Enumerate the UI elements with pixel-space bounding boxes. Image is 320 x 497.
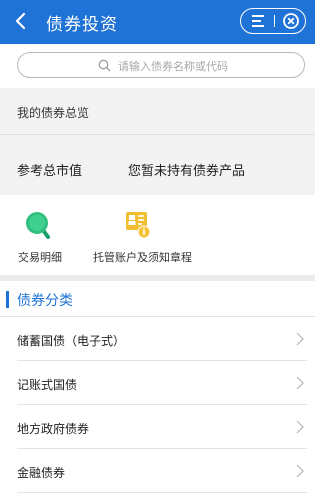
back-button[interactable] xyxy=(8,8,34,34)
function-item-trade-details[interactable]: 交易明细 xyxy=(0,195,80,275)
list-item-book-entry-bond[interactable]: 记账式国债 xyxy=(0,361,315,405)
category-accent-bar xyxy=(6,291,9,308)
market-value-text: 您暂未持有债券产品 xyxy=(128,164,246,179)
menu-icon xyxy=(252,15,264,27)
chevron-left-icon xyxy=(15,12,26,30)
market-value-label: 参考总市值 xyxy=(17,164,83,179)
function-grid: 交易明细 托管账户及须知章程 xyxy=(0,195,315,275)
chevron-right-icon xyxy=(296,464,304,478)
search-input[interactable]: 请输入债券名称或代码 xyxy=(17,52,305,78)
bond-overview: 我的债券总览 参考总市值 您暂未持有债券产品 xyxy=(0,88,315,195)
list-item-savings-bond[interactable]: 储蓄国债（电子式） xyxy=(0,317,315,361)
chevron-right-icon xyxy=(296,376,304,390)
list-item-financial-bond[interactable]: 金融债券 xyxy=(0,449,315,497)
overview-title: 我的债券总览 xyxy=(17,106,90,120)
search-placeholder: 请输入债券名称或代码 xyxy=(118,60,228,73)
search-section: 请输入债券名称或代码 xyxy=(0,44,315,88)
close-icon xyxy=(283,13,299,29)
page-title: 债券投资 xyxy=(46,15,118,35)
close-button[interactable] xyxy=(282,12,300,30)
top-bar: 债券投资 xyxy=(0,0,315,44)
list-item-label: 地方政府债券 xyxy=(17,422,90,436)
account-document-icon xyxy=(126,212,151,239)
function-label: 托管账户及须知章程 xyxy=(93,251,192,264)
magnifier-icon xyxy=(98,59,111,72)
category-header: 债券分类 xyxy=(0,281,315,317)
list-item-label: 金融债券 xyxy=(17,466,66,480)
menu-button[interactable] xyxy=(247,13,269,29)
overview-divider xyxy=(0,134,315,135)
function-item-custody-account[interactable]: 托管账户及须知章程 xyxy=(88,195,208,275)
chevron-right-icon xyxy=(296,420,304,434)
list-item-label: 储蓄国债（电子式） xyxy=(17,334,126,348)
mini-program-capsule xyxy=(240,8,306,34)
row-divider xyxy=(17,492,307,493)
list-item-label: 记账式国债 xyxy=(17,378,78,392)
chevron-right-icon xyxy=(296,332,304,346)
search-icon xyxy=(26,212,50,239)
category-title: 债券分类 xyxy=(17,293,73,309)
list-item-local-government-bond[interactable]: 地方政府债券 xyxy=(0,405,315,449)
capsule-divider xyxy=(274,15,275,27)
function-label: 交易明细 xyxy=(18,251,62,264)
